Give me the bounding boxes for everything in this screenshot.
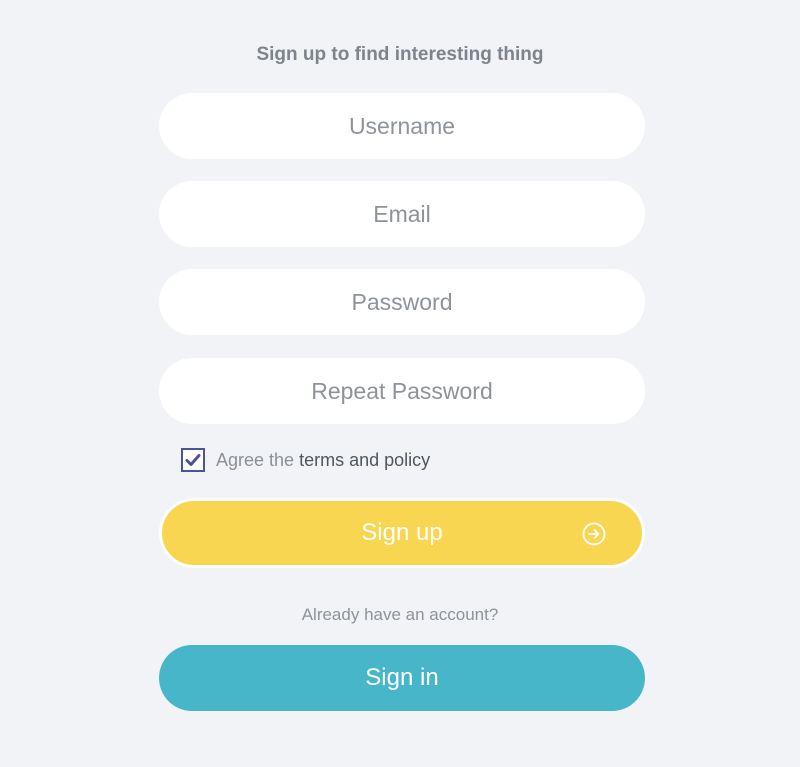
password-input[interactable] [159,269,645,335]
repeat-password-input[interactable] [159,358,645,424]
terms-and-policy-link[interactable]: terms and policy [299,450,430,470]
sign-in-button[interactable]: Sign in [159,645,645,711]
checkmark-icon [185,454,201,466]
email-input[interactable] [159,181,645,247]
sign-up-button-label: Sign up [361,519,443,546]
agree-label: Agree the terms and policy [216,450,430,471]
page-title: Sign up to find interesting thing [256,44,544,65]
agree-terms-row: Agree the terms and policy [181,447,430,473]
already-have-account-text: Already have an account? [301,605,499,624]
arrow-right-circle-icon [582,522,606,546]
agree-checkbox[interactable] [181,448,205,472]
sign-up-button[interactable]: Sign up [159,498,645,568]
username-input[interactable] [159,93,645,159]
agree-prefix: Agree the [216,449,295,470]
